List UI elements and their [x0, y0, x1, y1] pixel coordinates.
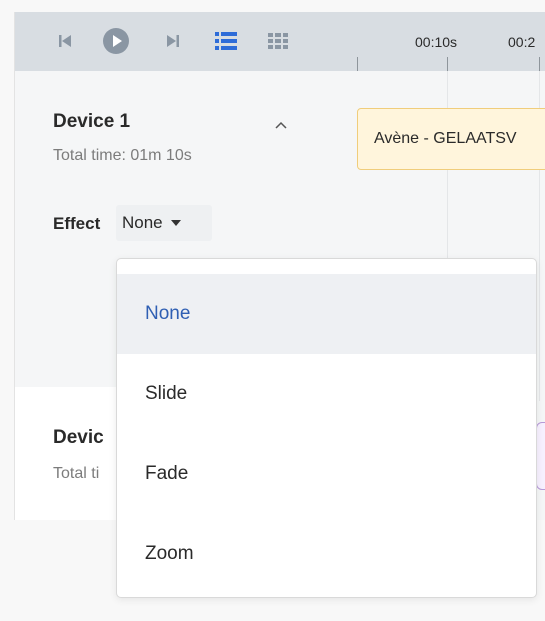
ruler-mark: [357, 57, 358, 71]
skip-back-icon[interactable]: [51, 27, 79, 55]
device-2-name: Devic: [53, 427, 104, 448]
device-1-name: Device 1: [53, 111, 131, 132]
timeline-tick: 00:10s: [415, 34, 458, 50]
timeline-ruler: 00:10s 00:2: [331, 12, 545, 71]
effect-option-none[interactable]: None: [117, 274, 536, 354]
skip-forward-icon[interactable]: [159, 27, 187, 55]
playback-toolbar: [15, 12, 331, 71]
device-1-total-time: Total time: 01m 10s: [53, 147, 192, 164]
effect-label: Effect: [53, 214, 101, 233]
effect-option-slide[interactable]: Slide: [117, 354, 536, 434]
ruler-mark: [539, 57, 540, 71]
effect-option-zoom[interactable]: Zoom: [117, 514, 536, 594]
effect-select[interactable]: None: [116, 205, 212, 241]
effect-dropdown-menu: None Slide Fade Zoom: [116, 258, 537, 598]
ruler-mark: [447, 57, 448, 71]
list-view-icon[interactable]: [212, 27, 240, 55]
timeline-clip[interactable]: [536, 422, 545, 490]
clip-label: Avène - GELAATSV: [374, 130, 517, 147]
timeline-clip[interactable]: Avène - GELAATSV: [357, 108, 545, 170]
caret-down-icon: [170, 220, 181, 226]
timeline-tick: 00:2: [508, 34, 536, 50]
device-2-total-time: Total ti: [53, 465, 100, 482]
effect-option-fade[interactable]: Fade: [117, 434, 536, 514]
chevron-up-icon[interactable]: [271, 115, 291, 135]
play-icon[interactable]: [102, 27, 130, 55]
grid-view-icon[interactable]: [264, 27, 292, 55]
effect-select-value: None: [122, 213, 163, 232]
